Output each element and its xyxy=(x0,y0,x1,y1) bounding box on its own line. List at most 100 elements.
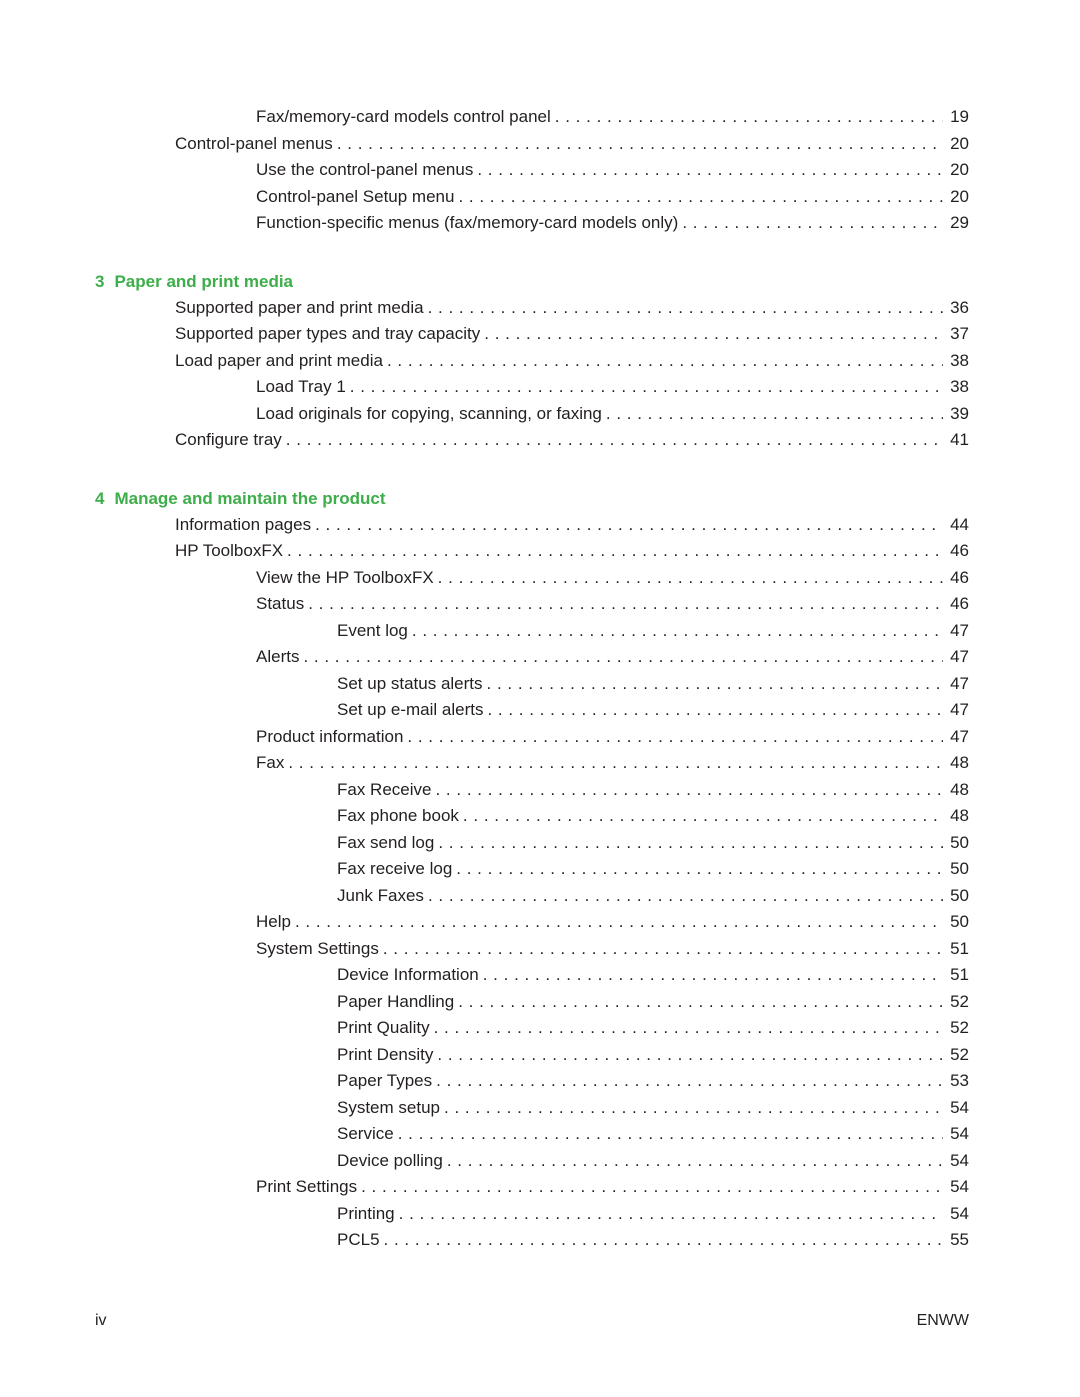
toc-entry-page-number[interactable]: 41 xyxy=(943,427,969,454)
toc-entry[interactable]: Paper Types. . . . . . . . . . . . . . .… xyxy=(337,1068,969,1095)
toc-entry[interactable]: Function-specific menus (fax/memory-card… xyxy=(256,210,969,237)
toc-entry[interactable]: Set up status alerts. . . . . . . . . . … xyxy=(337,670,969,697)
toc-entry-title[interactable]: Event log xyxy=(337,617,412,644)
toc-entry-page-number[interactable]: 54 xyxy=(943,1200,969,1227)
toc-entry-title[interactable]: PCL5 xyxy=(337,1227,384,1254)
toc-entry-title[interactable]: Service xyxy=(337,1121,398,1148)
toc-entry-page-number[interactable]: 20 xyxy=(943,157,969,184)
toc-entry-page-number[interactable]: 47 xyxy=(943,723,969,750)
toc-entry-title[interactable]: Device Information xyxy=(337,962,483,989)
toc-entry[interactable]: Fax send log. . . . . . . . . . . . . . … xyxy=(337,829,969,856)
toc-entry-page-number[interactable]: 36 xyxy=(943,294,969,321)
toc-entry-page-number[interactable]: 19 xyxy=(943,104,969,131)
toc-entry-page-number[interactable]: 52 xyxy=(943,1041,969,1068)
toc-entry-title[interactable]: Use the control-panel menus xyxy=(256,157,478,184)
toc-entry[interactable]: Fax/memory-card models control panel. . … xyxy=(256,104,969,131)
toc-entry-page-number[interactable]: 51 xyxy=(943,935,969,962)
toc-entry-title[interactable]: Load originals for copying, scanning, or… xyxy=(256,400,606,427)
toc-entry[interactable]: Fax Receive. . . . . . . . . . . . . . .… xyxy=(337,776,969,803)
toc-entry-title[interactable]: Device polling xyxy=(337,1147,447,1174)
toc-entry[interactable]: Load paper and print media. . . . . . . … xyxy=(175,347,969,374)
toc-entry[interactable]: View the HP ToolboxFX. . . . . . . . . .… xyxy=(256,564,969,591)
toc-entry-page-number[interactable]: 54 xyxy=(943,1174,969,1201)
toc-entry-page-number[interactable]: 50 xyxy=(943,856,969,883)
toc-entry-page-number[interactable]: 46 xyxy=(943,564,969,591)
toc-entry[interactable]: Paper Handling. . . . . . . . . . . . . … xyxy=(337,988,969,1015)
toc-entry-page-number[interactable]: 38 xyxy=(943,374,969,401)
toc-entry-title[interactable]: Product information xyxy=(256,723,408,750)
toc-entry[interactable]: System Settings. . . . . . . . . . . . .… xyxy=(256,935,969,962)
toc-entry-page-number[interactable]: 48 xyxy=(943,776,969,803)
toc-entry-page-number[interactable]: 47 xyxy=(943,644,969,671)
toc-entry-title[interactable]: Control-panel Setup menu xyxy=(256,183,459,210)
toc-entry-title[interactable]: Set up status alerts xyxy=(337,670,487,697)
toc-entry-title[interactable]: Fax receive log xyxy=(337,856,457,883)
toc-entry-title[interactable]: System Settings xyxy=(256,935,383,962)
toc-entry[interactable]: Load originals for copying, scanning, or… xyxy=(256,400,969,427)
toc-entry[interactable]: Alerts. . . . . . . . . . . . . . . . . … xyxy=(256,644,969,671)
toc-entry[interactable]: HP ToolboxFX. . . . . . . . . . . . . . … xyxy=(175,538,969,565)
toc-entry-page-number[interactable]: 48 xyxy=(943,750,969,777)
toc-entry[interactable]: Fax phone book. . . . . . . . . . . . . … xyxy=(337,803,969,830)
chapter-title[interactable]: Manage and maintain the product xyxy=(114,485,385,512)
toc-entry-title[interactable]: Fax phone book xyxy=(337,803,463,830)
toc-entry-page-number[interactable]: 47 xyxy=(943,617,969,644)
toc-entry-title[interactable]: Help xyxy=(256,909,295,936)
toc-entry-title[interactable]: Function-specific menus (fax/memory-card… xyxy=(256,210,683,237)
toc-entry-title[interactable]: Paper Types xyxy=(337,1068,437,1095)
toc-entry[interactable]: Printing. . . . . . . . . . . . . . . . … xyxy=(337,1200,969,1227)
toc-entry-page-number[interactable]: 50 xyxy=(943,829,969,856)
toc-entry-title[interactable]: Control-panel menus xyxy=(175,130,337,157)
toc-entry-title[interactable]: Fax/memory-card models control panel xyxy=(256,104,555,131)
toc-entry-title[interactable]: Print Density xyxy=(337,1041,438,1068)
toc-entry-title[interactable]: Print Settings xyxy=(256,1174,362,1201)
toc-entry-page-number[interactable]: 53 xyxy=(943,1068,969,1095)
toc-entry[interactable]: Fax. . . . . . . . . . . . . . . . . . .… xyxy=(256,750,969,777)
toc-entry[interactable]: Product information. . . . . . . . . . .… xyxy=(256,723,969,750)
toc-entry[interactable]: System setup. . . . . . . . . . . . . . … xyxy=(337,1094,969,1121)
toc-entry[interactable]: Status. . . . . . . . . . . . . . . . . … xyxy=(256,591,969,618)
toc-entry-page-number[interactable]: 55 xyxy=(943,1227,969,1254)
toc-entry[interactable]: Print Quality. . . . . . . . . . . . . .… xyxy=(337,1015,969,1042)
toc-entry[interactable]: Print Settings. . . . . . . . . . . . . … xyxy=(256,1174,969,1201)
toc-entry-title[interactable]: Information pages xyxy=(175,511,316,538)
toc-entry-page-number[interactable]: 37 xyxy=(943,321,969,348)
toc-entry[interactable]: Service. . . . . . . . . . . . . . . . .… xyxy=(337,1121,969,1148)
toc-entry-title[interactable]: Alerts xyxy=(256,644,304,671)
toc-entry-title[interactable]: System setup xyxy=(337,1094,444,1121)
toc-entry[interactable]: Help. . . . . . . . . . . . . . . . . . … xyxy=(256,909,969,936)
toc-entry-page-number[interactable]: 44 xyxy=(943,511,969,538)
toc-entry-title[interactable]: Fax xyxy=(256,750,289,777)
toc-entry-title[interactable]: Supported paper types and tray capacity xyxy=(175,321,485,348)
toc-entry-page-number[interactable]: 20 xyxy=(943,183,969,210)
toc-entry-page-number[interactable]: 46 xyxy=(943,591,969,618)
toc-entry[interactable]: Supported paper types and tray capacity.… xyxy=(175,321,969,348)
chapter-title[interactable]: Paper and print media xyxy=(114,268,293,295)
toc-entry-page-number[interactable]: 47 xyxy=(943,670,969,697)
toc-entry[interactable]: Device Information. . . . . . . . . . . … xyxy=(337,962,969,989)
toc-entry-title[interactable]: View the HP ToolboxFX xyxy=(256,564,438,591)
toc-entry[interactable]: Load Tray 1. . . . . . . . . . . . . . .… xyxy=(256,374,969,401)
toc-entry-title[interactable]: Load paper and print media xyxy=(175,347,387,374)
chapter-heading[interactable]: 4 Manage and maintain the product xyxy=(95,485,1080,512)
toc-entry-title[interactable]: Fax Receive xyxy=(337,776,436,803)
toc-entry-title[interactable]: Load Tray 1 xyxy=(256,374,350,401)
toc-entry[interactable]: Configure tray. . . . . . . . . . . . . … xyxy=(175,427,969,454)
toc-entry-page-number[interactable]: 54 xyxy=(943,1094,969,1121)
toc-entry-page-number[interactable]: 29 xyxy=(943,210,969,237)
toc-entry-page-number[interactable]: 38 xyxy=(943,347,969,374)
toc-entry[interactable]: Use the control-panel menus. . . . . . .… xyxy=(256,157,969,184)
toc-entry-page-number[interactable]: 48 xyxy=(943,803,969,830)
toc-entry[interactable]: Information pages. . . . . . . . . . . .… xyxy=(175,511,969,538)
toc-entry-page-number[interactable]: 46 xyxy=(943,538,969,565)
toc-entry-page-number[interactable]: 20 xyxy=(943,130,969,157)
toc-entry-title[interactable]: Set up e-mail alerts xyxy=(337,697,488,724)
toc-entry-title[interactable]: Status xyxy=(256,591,309,618)
toc-entry[interactable]: PCL5. . . . . . . . . . . . . . . . . . … xyxy=(337,1227,969,1254)
toc-entry[interactable]: Device polling. . . . . . . . . . . . . … xyxy=(337,1147,969,1174)
chapter-heading[interactable]: 3 Paper and print media xyxy=(95,268,1080,295)
toc-entry-title[interactable]: Junk Faxes xyxy=(337,882,428,909)
toc-entry-page-number[interactable]: 39 xyxy=(943,400,969,427)
toc-entry[interactable]: Fax receive log. . . . . . . . . . . . .… xyxy=(337,856,969,883)
toc-entry-title[interactable]: Configure tray xyxy=(175,427,286,454)
